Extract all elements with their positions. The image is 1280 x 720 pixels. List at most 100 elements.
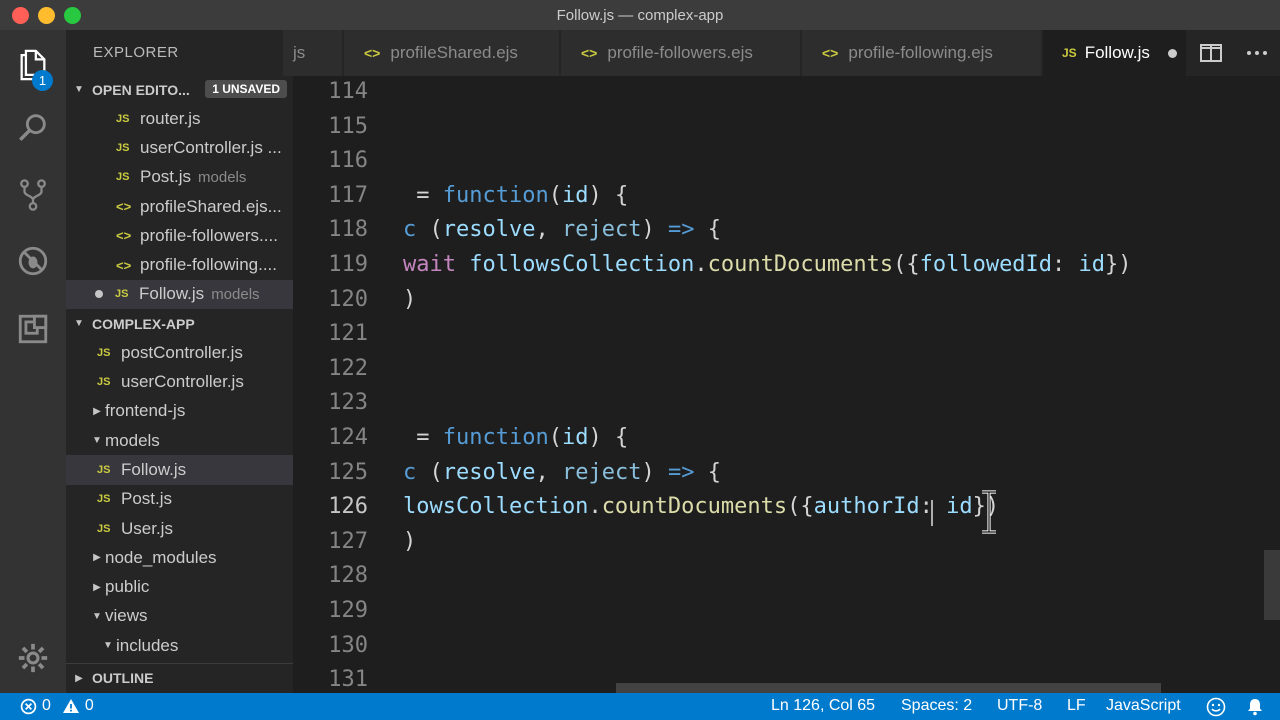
outline-label: OUTLINE — [92, 670, 154, 686]
code-token: id — [1078, 252, 1106, 277]
code-token: countDocuments — [707, 252, 894, 277]
open-editor-item[interactable]: <> profile-followers.... — [66, 221, 293, 250]
code-line: 120) — [293, 284, 1280, 319]
end-of-line[interactable]: LF — [1067, 697, 1086, 715]
notification-bell-icon[interactable] — [1246, 697, 1264, 717]
tree-item-label: User.js — [121, 518, 173, 538]
cursor-position[interactable]: Ln 126, Col 65 — [771, 697, 875, 715]
problems-indicator[interactable]: 0 0 — [20, 697, 94, 715]
ejs-file-icon: <> — [116, 257, 132, 273]
code-token: , — [535, 217, 562, 243]
split-editor-icon[interactable] — [1200, 43, 1222, 63]
line-number: 115 — [328, 113, 368, 139]
code-token: { — [694, 217, 721, 243]
tab-label: profileShared.ejs — [390, 43, 518, 62]
search-activity[interactable] — [0, 96, 66, 158]
code-line: 125 c (resolve, reject) => { — [293, 457, 1280, 492]
code-token: ) — [641, 459, 668, 485]
project-tree: JS postController.js JS userController.js ▶ f… — [66, 338, 293, 660]
explorer-activity[interactable]: 1 — [0, 34, 66, 96]
tree-folder-item[interactable]: ▶ public — [66, 572, 293, 601]
explorer-badge: 1 — [32, 70, 53, 91]
code-token: , — [535, 459, 562, 485]
code-token: ) — [403, 528, 417, 554]
i-beam-cursor-icon — [982, 490, 996, 534]
js-file-icon: JS — [97, 522, 111, 535]
js-file-icon: JS — [97, 493, 111, 506]
open-editor-item[interactable]: <> profileShared.ejs... — [66, 192, 293, 221]
line-number: 131 — [328, 667, 368, 693]
maximize-window-button[interactable] — [64, 7, 81, 24]
minimize-window-button[interactable] — [38, 7, 55, 24]
close-window-button[interactable] — [12, 7, 29, 24]
debug-activity[interactable] — [0, 230, 66, 292]
vertical-scrollbar[interactable] — [1264, 550, 1280, 620]
more-actions-icon[interactable] — [1246, 49, 1268, 57]
unsaved-dot-icon[interactable] — [95, 290, 103, 299]
code-token: ) { — [588, 182, 629, 208]
js-file-icon: JS — [1062, 46, 1077, 60]
tree-file-item[interactable]: JS Follow.js — [66, 455, 293, 485]
encoding[interactable]: UTF-8 — [997, 697, 1042, 715]
unsaved-dot-icon[interactable] — [1167, 48, 1177, 58]
code-line: 123 — [293, 387, 1280, 422]
open-editor-item[interactable]: <> profile-following.... — [66, 250, 293, 279]
indentation[interactable]: Spaces: 2 — [901, 697, 972, 715]
open-editor-item[interactable]: JS Post.js models — [66, 163, 293, 192]
open-editors-header[interactable]: ▼ OPEN EDITO... 1 UNSAVED — [66, 75, 293, 104]
line-number: 124 — [328, 425, 368, 450]
open-editor-label: profile-followers.... — [140, 225, 278, 245]
line-number: 128 — [328, 563, 368, 589]
tab-profile-following[interactable]: <> profile-following.ejs — [802, 30, 1042, 76]
tab-partial[interactable]: js — [283, 30, 343, 76]
tree-folder-item[interactable]: ▼ includes — [66, 631, 293, 660]
code-text: c (resolve, reject) => { — [403, 460, 721, 485]
code-token: lowsCollection — [403, 494, 589, 520]
chevron-down-icon: ▼ — [103, 640, 113, 652]
code-line: 129 — [293, 595, 1280, 630]
tree-folder-item[interactable]: ▼ models — [66, 426, 293, 455]
extensions-activity[interactable] — [0, 298, 66, 360]
editor-tab-bar: js <> profileShared.ejs <> profile-follo… — [283, 30, 1280, 76]
tree-item-label: userController.js — [121, 372, 244, 392]
explorer-sidebar: EXPLORER ▼ OPEN EDITO... 1 UNSAVED JS rou… — [66, 30, 293, 693]
open-editor-item[interactable]: JS Follow.js models — [66, 279, 293, 310]
outline-header[interactable]: ▶ OUTLINE — [66, 663, 293, 692]
chevron-down-icon: ▼ — [74, 318, 84, 330]
horizontal-scrollbar[interactable] — [616, 683, 1161, 693]
tree-file-item[interactable]: JS postController.js — [66, 338, 293, 367]
language-mode[interactable]: JavaScript — [1106, 697, 1181, 715]
tab-follow-js[interactable]: JS Follow.js — [1043, 30, 1187, 76]
code-token: . — [588, 494, 602, 520]
line-number: 127 — [328, 528, 368, 554]
tab-profileshared[interactable]: <> profileShared.ejs — [344, 30, 560, 76]
code-line: 124 = function(id) { — [293, 422, 1280, 457]
code-token: ) { — [588, 425, 629, 450]
tree-file-item[interactable]: JS User.js — [66, 514, 293, 543]
tree-folder-item[interactable]: ▶ frontend-js — [66, 397, 293, 426]
ejs-file-icon: <> — [581, 45, 598, 61]
tree-file-item[interactable]: JS userController.js — [66, 367, 293, 396]
code-editor[interactable]: 114 115 116 117 = function(id) {118 c (resol… — [293, 76, 1280, 693]
tree-file-item[interactable]: JS Post.js — [66, 485, 293, 514]
open-editor-item[interactable]: JS router.js — [66, 104, 293, 133]
tree-item-label: includes — [116, 635, 179, 655]
settings-activity[interactable] — [0, 627, 66, 689]
open-editor-item[interactable]: JS userController.js ... — [66, 133, 293, 162]
line-number: 121 — [328, 321, 368, 347]
source-control-activity[interactable] — [0, 164, 66, 226]
code-token: id — [946, 494, 973, 520]
tree-folder-item[interactable]: ▼ views — [66, 602, 293, 631]
open-editors-label: OPEN EDITO... — [92, 81, 190, 98]
project-header[interactable]: ▼ COMPLEX-APP — [66, 309, 293, 338]
open-editor-label: profileShared.ejs... — [140, 196, 282, 216]
tab-profile-followers[interactable]: <> profile-followers.ejs — [561, 30, 801, 76]
feedback-smiley-icon[interactable] — [1206, 697, 1226, 717]
js-file-icon: JS — [116, 141, 130, 154]
chevron-right-icon: ▶ — [93, 552, 101, 564]
ejs-file-icon: <> — [116, 199, 132, 215]
code-line: 116 — [293, 145, 1280, 180]
code-token: function — [442, 182, 549, 208]
warning-icon — [62, 699, 79, 713]
tree-folder-item[interactable]: ▶ node_modules — [66, 543, 293, 572]
